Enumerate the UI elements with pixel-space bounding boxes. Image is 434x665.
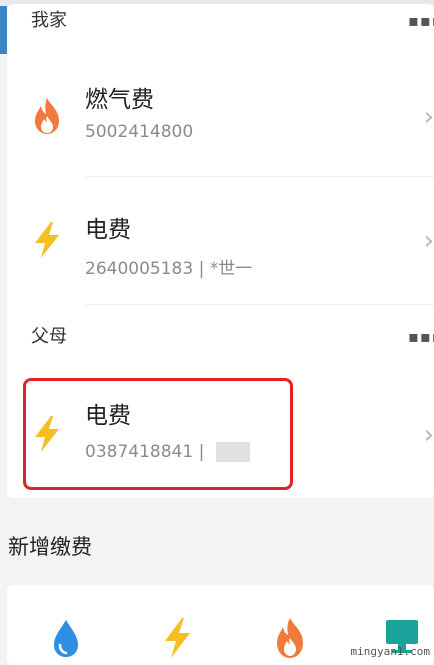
account-number: 2640005183 | *世一 — [85, 259, 253, 279]
flame-icon — [35, 98, 59, 134]
lightning-icon[interactable] — [157, 616, 197, 660]
chevron-right-icon: › — [423, 420, 434, 450]
bill-name: 电费 — [85, 217, 131, 243]
water-drop-icon[interactable] — [46, 616, 86, 660]
divider — [85, 176, 434, 177]
account-row-electric-home[interactable]: 电费 2640005183 | *世一 › — [7, 180, 434, 300]
watermark: mingyan1.com — [350, 645, 430, 658]
group-title-parents: 父母 — [31, 326, 67, 347]
more-options-icon[interactable]: ▪▪▪ — [408, 332, 434, 342]
divider — [85, 304, 434, 305]
account-row-gas[interactable]: 燃气费 5002414800 › — [7, 56, 434, 176]
highlight-box — [23, 378, 293, 490]
lightning-icon — [35, 222, 59, 258]
side-tab-indicator — [0, 6, 7, 54]
flame-icon[interactable] — [270, 616, 310, 660]
more-options-icon[interactable]: ▪▪▪ — [408, 16, 434, 26]
bill-name: 燃气费 — [85, 87, 154, 113]
chevron-right-icon: › — [423, 226, 434, 256]
new-payment-title: 新增缴费 — [8, 535, 92, 559]
account-number: 5002414800 — [85, 122, 194, 142]
chevron-right-icon: › — [423, 102, 434, 132]
group-title-home: 我家 — [31, 10, 67, 31]
